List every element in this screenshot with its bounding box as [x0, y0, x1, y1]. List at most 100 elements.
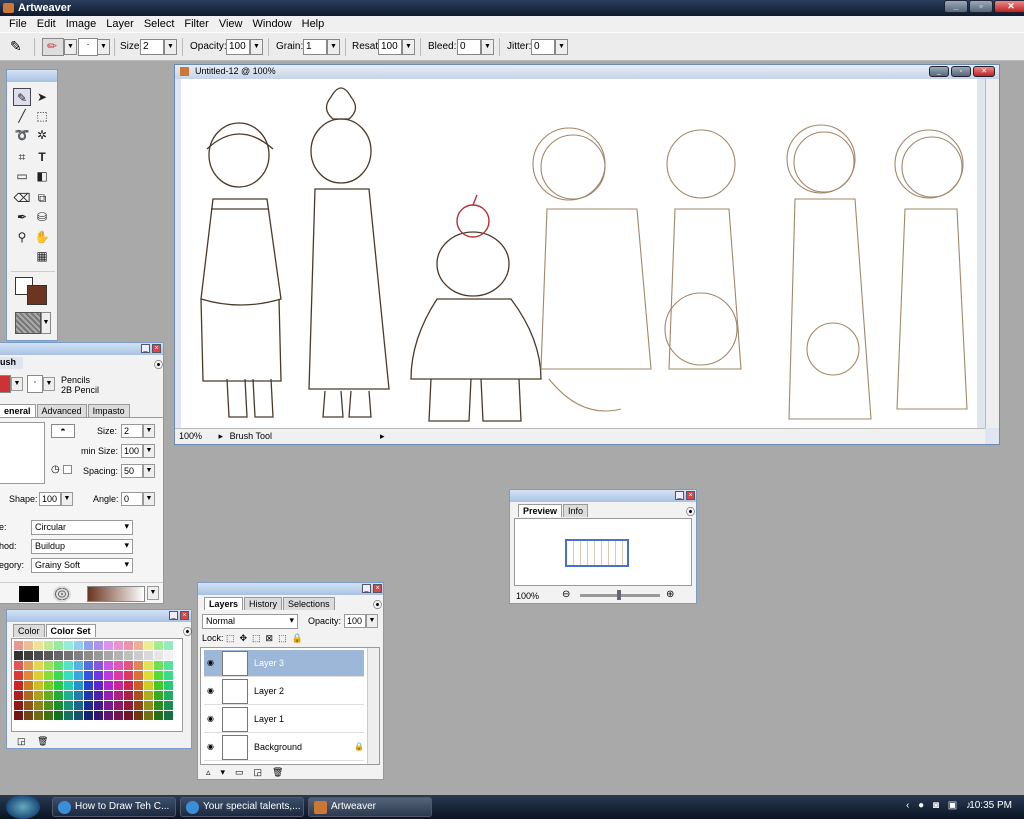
color-swatch[interactable]	[124, 711, 133, 720]
brush-shape-icon[interactable]: ◓	[51, 424, 75, 438]
layer-row[interactable]: ◉ Layer 2	[204, 678, 364, 705]
menu-filter[interactable]: Filter	[179, 16, 213, 32]
color-swatch[interactable]	[154, 641, 163, 650]
layer-opacity-dropdown[interactable]: ▼	[366, 614, 378, 628]
color-swatch[interactable]	[114, 671, 123, 680]
visibility-eye-icon[interactable]: ◉	[207, 686, 214, 695]
spacing-field[interactable]: 50	[121, 464, 143, 478]
color-swatch[interactable]	[54, 651, 63, 660]
color-swatch[interactable]	[124, 661, 133, 670]
color-swatch[interactable]	[124, 641, 133, 650]
color-swatch[interactable]	[164, 701, 173, 710]
color-swatch[interactable]	[104, 691, 113, 700]
color-swatch[interactable]	[134, 641, 143, 650]
color-swatch[interactable]	[124, 701, 133, 710]
color-swatch[interactable]	[14, 671, 23, 680]
opacity-field[interactable]: 100	[226, 39, 250, 55]
color-panel-options-icon[interactable]: ⦿	[183, 625, 192, 638]
menu-edit[interactable]: Edit	[32, 16, 61, 32]
brush-tip-picker[interactable]: ·	[78, 38, 98, 56]
color-panel-minimize[interactable]: _	[169, 611, 178, 620]
layer-row[interactable]: ◉ Layer 3	[204, 650, 364, 677]
tab-history[interactable]: History	[244, 597, 283, 610]
color-swatch[interactable]	[134, 661, 143, 670]
layer-opacity-field[interactable]: 100	[344, 614, 366, 628]
color-swatch[interactable]	[14, 701, 23, 710]
background-color[interactable]	[27, 285, 47, 305]
color-swatch[interactable]	[144, 691, 153, 700]
panel-options-icon[interactable]: ⦿	[154, 358, 163, 371]
color-swatch[interactable]	[64, 701, 73, 710]
color-swatch[interactable]	[144, 641, 153, 650]
color-swatch[interactable]	[84, 671, 93, 680]
color-swatch[interactable]	[44, 651, 53, 660]
color-swatch[interactable]	[74, 681, 83, 690]
start-button[interactable]	[6, 795, 40, 819]
color-swatch[interactable]	[14, 691, 23, 700]
menu-file[interactable]: File	[4, 16, 32, 32]
color-swatch[interactable]	[54, 691, 63, 700]
eraser-icon[interactable]: ⌫	[13, 189, 31, 207]
color-swatch[interactable]	[84, 711, 93, 720]
color-swatch[interactable]	[94, 641, 103, 650]
color-swatch[interactable]	[114, 641, 123, 650]
clone-icon[interactable]: ⧉	[33, 189, 51, 207]
brush-preset-picker[interactable]: ✏	[42, 38, 64, 56]
color-swatch[interactable]	[54, 641, 63, 650]
color-swatch[interactable]	[24, 691, 33, 700]
gradient-preview[interactable]	[87, 586, 145, 602]
color-swatch[interactable]	[154, 661, 163, 670]
color-swatch[interactable]	[114, 711, 123, 720]
taskbar-item-artweaver[interactable]: Artweaver	[308, 797, 432, 817]
brush-icon[interactable]: ✎	[13, 88, 31, 106]
layers-panel-close[interactable]: ×	[373, 584, 382, 593]
visibility-eye-icon[interactable]: ◉	[207, 658, 214, 667]
system-tray-icons[interactable]: ‹ ● ◙ ▣ ♪	[906, 800, 974, 811]
color-swatch[interactable]	[134, 651, 143, 660]
doc-minimize-button[interactable]: _	[929, 66, 949, 77]
category-dropdown[interactable]: ▼	[11, 377, 23, 391]
min-size-field[interactable]: 100	[121, 444, 143, 458]
min-size-dropdown[interactable]: ▼	[143, 444, 155, 458]
color-swatch[interactable]	[34, 691, 43, 700]
rect-select-icon[interactable]: ⬚	[33, 107, 51, 125]
color-swatch[interactable]	[14, 661, 23, 670]
color-swatch[interactable]	[114, 691, 123, 700]
color-swatch[interactable]	[164, 681, 173, 690]
color-swatch[interactable]	[54, 671, 63, 680]
color-swatch[interactable]	[94, 691, 103, 700]
color-swatch[interactable]	[154, 671, 163, 680]
color-swatch[interactable]	[114, 701, 123, 710]
angle-dropdown[interactable]: ▼	[143, 492, 155, 506]
preview-options-icon[interactable]: ⦿	[686, 505, 695, 518]
bleed-field[interactable]: 0	[457, 39, 481, 55]
color-swatch[interactable]	[24, 701, 33, 710]
color-swatch[interactable]	[114, 661, 123, 670]
color-swatch[interactable]	[144, 701, 153, 710]
color-swatch[interactable]	[74, 711, 83, 720]
color-swatch[interactable]	[24, 711, 33, 720]
type-select[interactable]: Circular	[31, 520, 133, 535]
color-swatch[interactable]	[74, 641, 83, 650]
menu-layer[interactable]: Layer	[101, 16, 139, 32]
menu-select[interactable]: Select	[139, 16, 180, 32]
color-swatch[interactable]	[84, 681, 93, 690]
color-swatch[interactable]	[64, 661, 73, 670]
color-swatch[interactable]	[164, 711, 173, 720]
color-swatch[interactable]	[94, 701, 103, 710]
zoom-in-icon[interactable]: ⊕	[666, 589, 674, 600]
tab-general[interactable]: eneral	[0, 404, 36, 417]
layer-list-scrollbar[interactable]	[367, 648, 379, 764]
brush-panel-close[interactable]: ×	[152, 344, 161, 353]
grain-field[interactable]: 1	[303, 39, 327, 55]
brush-preset-dropdown[interactable]: ▼	[64, 39, 77, 55]
size-dropdown[interactable]: ▼	[164, 39, 177, 55]
minimize-button[interactable]: _	[944, 0, 968, 13]
crop-icon[interactable]: ⌗	[13, 148, 31, 166]
color-swatch[interactable]	[54, 711, 63, 720]
color-swatch[interactable]	[84, 691, 93, 700]
menu-image[interactable]: Image	[61, 16, 102, 32]
tab-advanced[interactable]: Advanced	[36, 404, 87, 417]
color-swatch[interactable]	[44, 711, 53, 720]
color-swatch[interactable]	[104, 701, 113, 710]
